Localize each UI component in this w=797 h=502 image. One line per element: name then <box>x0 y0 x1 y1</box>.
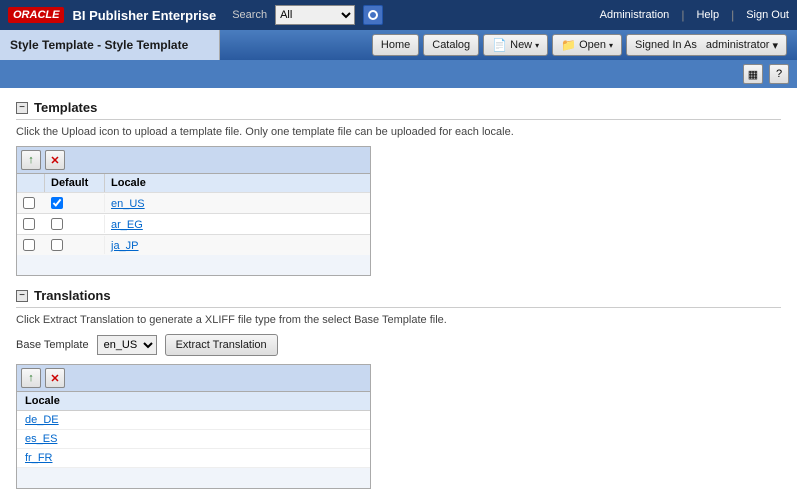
open-dropdown-arrow: ▾ <box>609 41 613 50</box>
app-title: BI Publisher Enterprise <box>72 8 216 23</box>
list-item: fr_FR <box>17 449 370 468</box>
locale-column-header: Locale <box>105 174 370 192</box>
home-button[interactable]: Home <box>372 34 419 56</box>
sign-out-link[interactable]: Sign Out <box>746 9 789 21</box>
signed-in-label: Signed In As <box>635 39 697 51</box>
search-icon <box>368 10 378 20</box>
page-title: Style Template - Style Template <box>0 30 220 60</box>
signed-in-button[interactable]: Signed In As administrator ▾ <box>626 34 787 56</box>
layout-icon-button[interactable]: ▦ <box>743 64 763 84</box>
help-link[interactable]: Help <box>696 9 719 21</box>
second-bar: Style Template - Style Template Home Cat… <box>0 30 797 60</box>
base-template-select[interactable]: en_US <box>97 335 157 355</box>
search-select[interactable]: All <box>275 5 355 25</box>
main-content: − Templates Click the Upload icon to upl… <box>0 88 797 502</box>
extract-translation-button[interactable]: Extract Translation <box>165 334 278 356</box>
translations-description: Click Extract Translation to generate a … <box>16 314 781 326</box>
translations-table: ↑ ✕ Locale de_DE es_ES fr_FR <box>16 364 371 489</box>
templates-table-footer <box>17 255 370 275</box>
upload-icon: ↑ <box>28 154 34 166</box>
delete-translation-button[interactable]: ✕ <box>45 368 65 388</box>
catalog-button[interactable]: Catalog <box>423 34 479 56</box>
translations-toolbar: ↑ ✕ <box>17 365 370 392</box>
new-dropdown-arrow: ▾ <box>535 41 539 50</box>
new-page-icon: 📄 <box>492 38 507 52</box>
upload-button[interactable]: ↑ <box>21 150 41 170</box>
locale-link-fr-fr[interactable]: fr_FR <box>25 452 53 464</box>
templates-description: Click the Upload icon to upload a templa… <box>16 126 781 138</box>
delete-translation-icon: ✕ <box>50 372 59 385</box>
nav-links: Home Catalog 📄 New ▾ 📁 Open ▾ Signed In … <box>362 34 797 56</box>
templates-toggle[interactable]: − <box>16 102 28 114</box>
translations-locale-header: Locale <box>17 392 370 411</box>
templates-table-header: Default Locale <box>17 174 370 192</box>
locale-link-de-de[interactable]: de_DE <box>25 414 59 426</box>
top-bar: ORACLE BI Publisher Enterprise Search Al… <box>0 0 797 30</box>
folder-icon: 📁 <box>561 38 576 52</box>
translations-toggle[interactable]: − <box>16 290 28 302</box>
locale-link-ja-jp[interactable]: ja_JP <box>111 240 139 252</box>
translations-title: Translations <box>34 288 111 303</box>
table-row: en_US <box>17 192 370 213</box>
list-item: de_DE <box>17 411 370 430</box>
translations-section-header: − Translations <box>16 288 781 308</box>
top-bar-right: Administration | Help | Sign Out <box>600 8 789 22</box>
row-checkbox-en-us[interactable] <box>23 197 35 209</box>
templates-section: − Templates Click the Upload icon to upl… <box>16 100 781 276</box>
locale-link-en-us[interactable]: en_US <box>111 198 145 210</box>
templates-title: Templates <box>34 100 97 115</box>
default-checkbox-ar-eg[interactable] <box>51 218 63 230</box>
open-button[interactable]: 📁 Open ▾ <box>552 34 622 56</box>
search-label: Search <box>232 9 267 21</box>
templates-toolbar: ↑ ✕ <box>17 147 370 174</box>
base-template-row: Base Template en_US Extract Translation <box>16 334 781 356</box>
checkbox-column-header <box>17 174 45 192</box>
username-label: administrator <box>706 39 770 51</box>
delete-templates-button[interactable]: ✕ <box>45 150 65 170</box>
signed-in-dropdown-arrow: ▾ <box>772 39 778 52</box>
translations-table-footer <box>17 468 370 488</box>
upload-translation-button[interactable]: ↑ <box>21 368 41 388</box>
table-row: ar_EG <box>17 213 370 234</box>
templates-section-header: − Templates <box>16 100 781 120</box>
translations-section: − Translations Click Extract Translation… <box>16 288 781 489</box>
table-row: ja_JP <box>17 234 370 255</box>
default-checkbox-en-us[interactable] <box>51 197 63 209</box>
help-icon-button[interactable]: ? <box>769 64 789 84</box>
base-template-label: Base Template <box>16 339 89 351</box>
locale-link-es-es[interactable]: es_ES <box>25 433 57 445</box>
default-checkbox-ja-jp[interactable] <box>51 239 63 251</box>
search-button[interactable] <box>363 5 383 25</box>
oracle-logo: ORACLE <box>8 7 64 23</box>
row-checkbox-ar-eg[interactable] <box>23 218 35 230</box>
list-item: es_ES <box>17 430 370 449</box>
upload-translation-icon: ↑ <box>28 372 34 384</box>
administration-link[interactable]: Administration <box>600 9 670 21</box>
third-bar: ▦ ? <box>0 60 797 88</box>
row-checkbox-ja-jp[interactable] <box>23 239 35 251</box>
new-button[interactable]: 📄 New ▾ <box>483 34 548 56</box>
templates-table: ↑ ✕ Default Locale en_US ar_EG <box>16 146 371 276</box>
default-column-header: Default <box>45 174 105 192</box>
delete-icon: ✕ <box>50 154 59 167</box>
locale-link-ar-eg[interactable]: ar_EG <box>111 219 143 231</box>
